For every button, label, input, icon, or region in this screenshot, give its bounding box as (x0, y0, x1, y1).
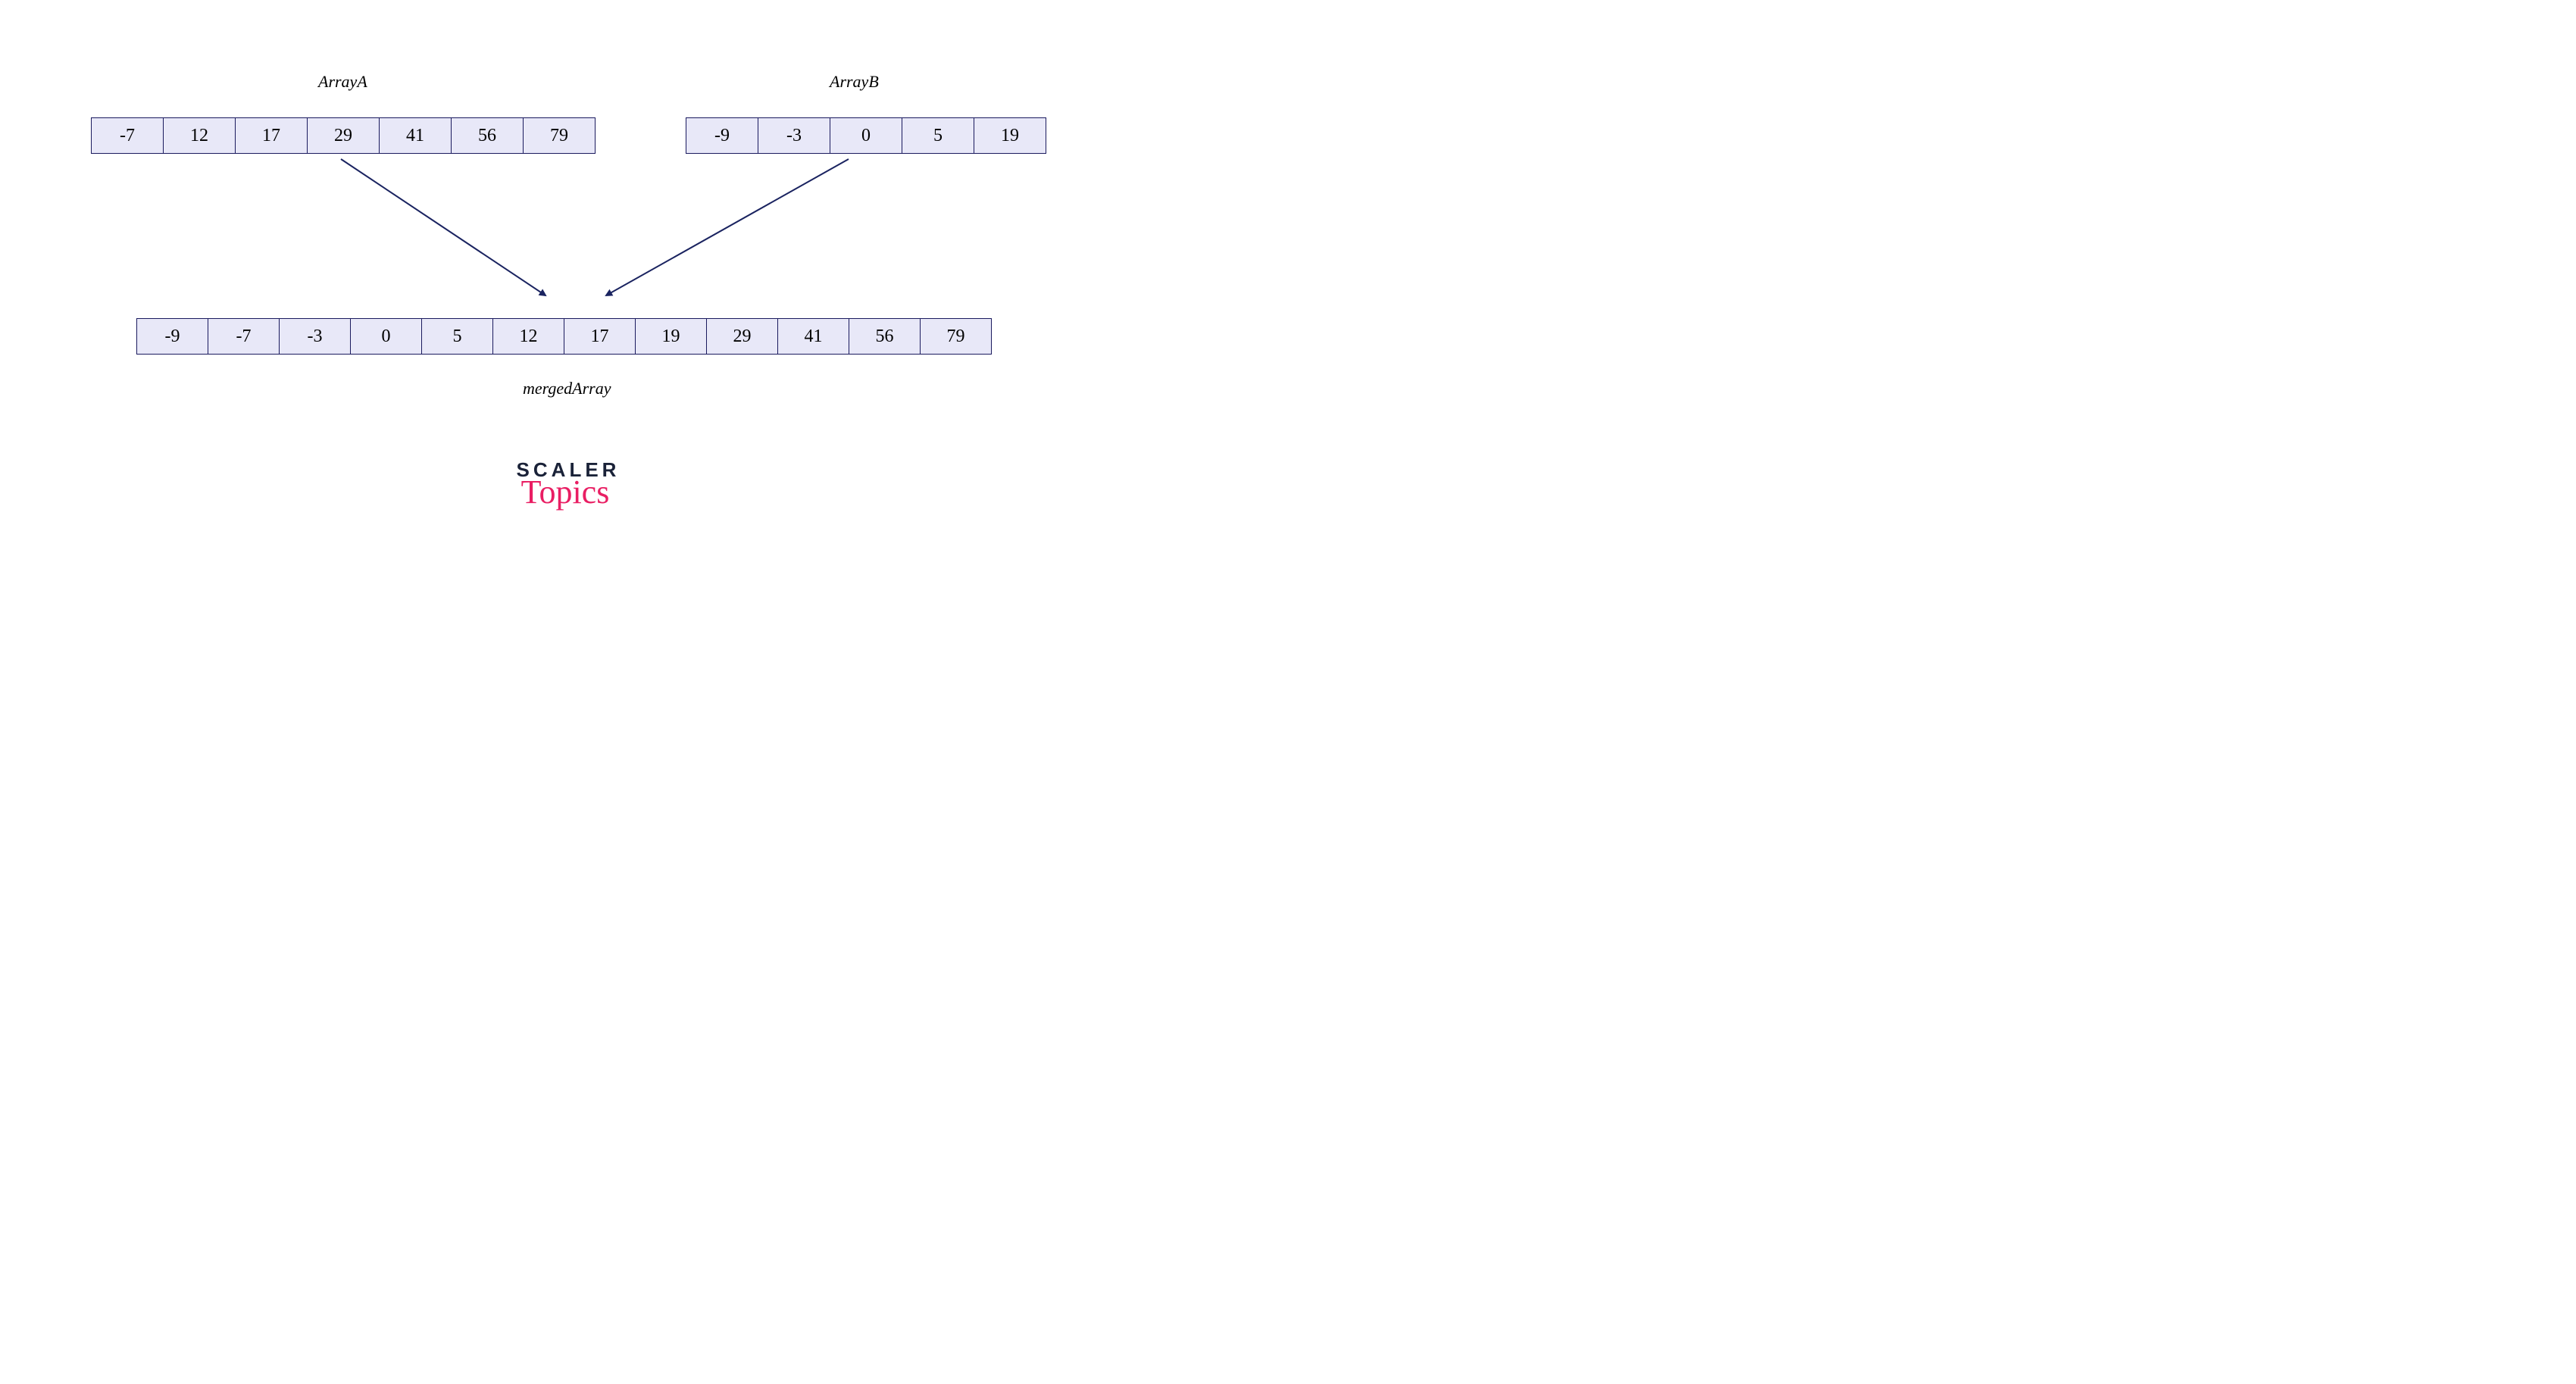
arrayB-cell: 0 (830, 117, 902, 154)
arrayB-cell: 5 (902, 117, 974, 154)
arrayA-cell: 12 (163, 117, 236, 154)
arrow-right (606, 159, 849, 295)
arrayB-cell: 19 (974, 117, 1046, 154)
merged-cell: 17 (564, 318, 636, 355)
arrayA-cell: -7 (91, 117, 164, 154)
logo: SCALER Topics (517, 458, 621, 511)
arrayA-cell: 29 (307, 117, 380, 154)
arrayA-cell: 56 (451, 117, 524, 154)
arrows-svg (288, 155, 894, 303)
merged-label: mergedArray (523, 379, 611, 398)
arrayA-cell: 41 (379, 117, 452, 154)
merged-cell: 0 (350, 318, 422, 355)
merged-cell: 19 (635, 318, 707, 355)
arraya-row: -7121729415679 (91, 117, 596, 154)
logo-topics-text: Topics (511, 473, 621, 511)
arrayA-cell: 79 (523, 117, 596, 154)
arrow-left (341, 159, 546, 295)
arrayB-cell: -3 (758, 117, 830, 154)
merged-cell: 79 (920, 318, 992, 355)
merged-cell: -3 (279, 318, 351, 355)
arrayb-label: ArrayB (830, 72, 879, 92)
arrayA-cell: 17 (235, 117, 308, 154)
merged-cell: 29 (706, 318, 778, 355)
arrayb-row: -9-30519 (686, 117, 1046, 154)
merged-cell: 56 (849, 318, 921, 355)
merged-cell: 41 (777, 318, 849, 355)
merged-cell: -7 (208, 318, 280, 355)
arrayB-cell: -9 (686, 117, 758, 154)
merged-row: -9-7-30512171929415679 (136, 318, 992, 355)
merged-cell: 5 (421, 318, 493, 355)
arraya-label: ArrayA (318, 72, 367, 92)
merged-cell: 12 (492, 318, 564, 355)
merged-cell: -9 (136, 318, 208, 355)
